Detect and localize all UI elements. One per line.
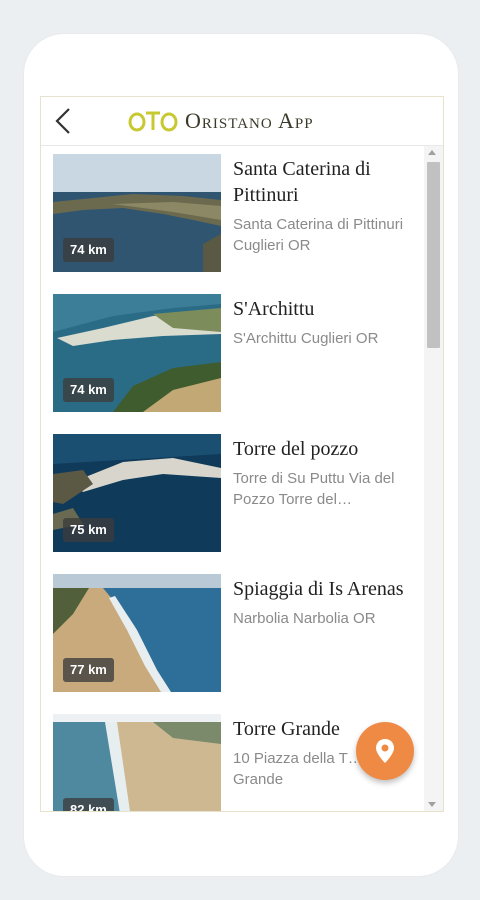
places-list[interactable]: 74 km Santa Caterina di Pittinuri Santa …	[41, 146, 424, 811]
distance-badge: 74 km	[63, 378, 114, 402]
app-bar: Oristano App	[41, 97, 443, 146]
distance-badge: 75 km	[63, 518, 114, 542]
list-item[interactable]: 75 km Torre del pozzo Torre di Su Puttu …	[53, 434, 423, 552]
back-button[interactable]	[47, 105, 79, 137]
list-item[interactable]: 74 km S'Archittu S'Archittu Cuglieri OR	[53, 294, 423, 412]
place-thumbnail: 75 km	[53, 434, 221, 552]
place-name: Santa Caterina di Pittinuri Santa Cateri…	[233, 156, 413, 256]
map-button[interactable]	[356, 722, 414, 780]
list-item[interactable]: 77 km Spiaggia di Is Arenas Narbolia Nar…	[53, 574, 423, 692]
list-item[interactable]: 74 km Santa Caterina di Pittinuri Santa …	[53, 154, 423, 272]
map-pin-icon	[376, 739, 394, 763]
place-address: Santa Caterina di Pittinuri Cuglieri OR	[233, 216, 404, 254]
place-address: Torre di Su Puttu Via del Pozzo Torre de…	[233, 470, 395, 508]
brand: Oristano App	[127, 107, 314, 135]
chevron-left-icon	[55, 108, 70, 134]
place-thumbnail: 77 km	[53, 574, 221, 692]
scroll-down-icon[interactable]	[428, 802, 436, 807]
scrollbar-thumb[interactable]	[427, 162, 440, 348]
scrollbar[interactable]	[424, 146, 443, 811]
app-screen: Oristano App 74 km Santa Caterina di Pit…	[40, 96, 444, 812]
app-logo	[128, 111, 178, 132]
distance-badge: 74 km	[63, 238, 114, 262]
distance-badge: 82 km	[63, 798, 114, 811]
place-thumbnail: 82 km	[53, 714, 221, 811]
place-name: Spiaggia di Is Arenas Narbolia Narbolia …	[233, 576, 413, 629]
place-thumbnail: 74 km	[53, 154, 221, 272]
app-title: Oristano App	[185, 108, 314, 133]
scroll-up-icon[interactable]	[428, 150, 436, 155]
distance-badge: 77 km	[63, 658, 114, 682]
place-address: Narbolia Narbolia OR	[233, 610, 376, 627]
place-thumbnail: 74 km	[53, 294, 221, 412]
place-name: Torre del pozzo Torre di Su Puttu Via de…	[233, 436, 413, 510]
place-name: S'Archittu S'Archittu Cuglieri OR	[233, 296, 413, 349]
place-address: S'Archittu Cuglieri OR	[233, 330, 379, 347]
